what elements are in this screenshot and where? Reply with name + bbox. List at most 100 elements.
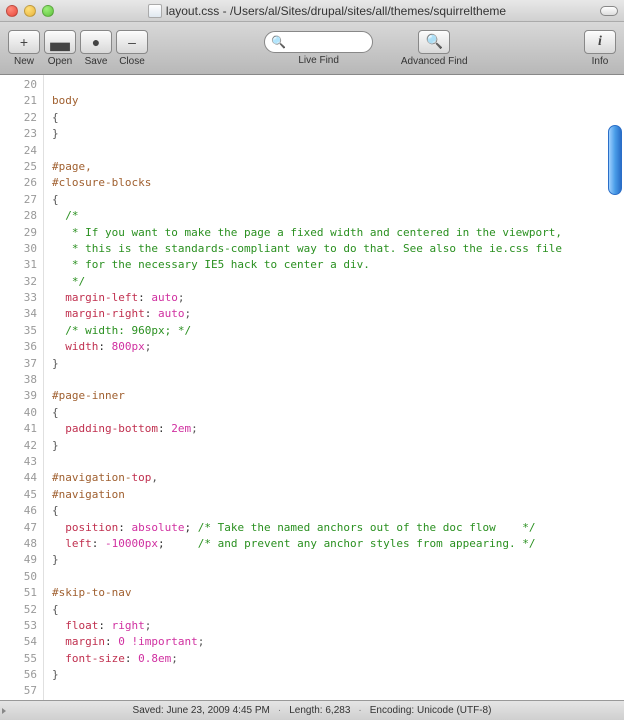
open-label: Open bbox=[48, 56, 72, 67]
code-line[interactable]: body bbox=[52, 93, 624, 109]
line-number: 45 bbox=[0, 487, 37, 503]
line-number: 32 bbox=[0, 274, 37, 290]
line-number: 23 bbox=[0, 126, 37, 142]
minimize-window-button[interactable] bbox=[24, 5, 36, 17]
advanced-find-button[interactable]: 🔍 bbox=[418, 30, 450, 54]
code-line[interactable]: left: -10000px; /* and prevent any ancho… bbox=[52, 536, 624, 552]
line-number: 34 bbox=[0, 306, 37, 322]
code-line[interactable]: /* width: 960px; */ bbox=[52, 323, 624, 339]
line-number: 51 bbox=[0, 585, 37, 601]
line-number: 44 bbox=[0, 470, 37, 486]
code-line[interactable]: */ bbox=[52, 274, 624, 290]
code-line[interactable]: #skip-to-nav bbox=[52, 585, 624, 601]
code-line[interactable]: { bbox=[52, 110, 624, 126]
code-line[interactable]: margin-right: auto; bbox=[52, 306, 624, 322]
titlebar: layout.css - /Users/al/Sites/drupal/site… bbox=[0, 0, 624, 22]
close-label: Close bbox=[119, 56, 145, 67]
scrollbar-thumb[interactable] bbox=[608, 125, 622, 195]
line-number: 37 bbox=[0, 356, 37, 372]
save-label: Save bbox=[85, 56, 108, 67]
line-number: 49 bbox=[0, 552, 37, 568]
magnifier-icon: 🔍 bbox=[425, 33, 442, 50]
toolbar-pill-button[interactable] bbox=[600, 6, 618, 16]
info-label: Info bbox=[592, 56, 609, 67]
line-number: 30 bbox=[0, 241, 37, 257]
open-button[interactable]: ▄▄ bbox=[44, 30, 76, 54]
window-controls bbox=[6, 5, 54, 17]
line-gutter[interactable]: 2021222324252627282930313233343536373839… bbox=[0, 75, 44, 700]
line-number: 50 bbox=[0, 569, 37, 585]
code-line[interactable]: { bbox=[52, 192, 624, 208]
line-number: 48 bbox=[0, 536, 37, 552]
search-icon: 🔍 bbox=[271, 35, 286, 49]
code-line[interactable]: /* bbox=[52, 208, 624, 224]
line-number: 40 bbox=[0, 405, 37, 421]
code-line[interactable]: } bbox=[52, 552, 624, 568]
line-number: 55 bbox=[0, 651, 37, 667]
code-line[interactable]: } bbox=[52, 356, 624, 372]
advanced-find-label: Advanced Find bbox=[401, 56, 468, 67]
line-number: 47 bbox=[0, 520, 37, 536]
line-number: 31 bbox=[0, 257, 37, 273]
close-button[interactable]: – bbox=[116, 30, 148, 54]
code-line[interactable]: margin: 0 !important; bbox=[52, 634, 624, 650]
window-title-text: layout.css - /Users/al/Sites/drupal/site… bbox=[166, 4, 506, 18]
code-line[interactable]: font-size: 0.8em; bbox=[52, 651, 624, 667]
code-line[interactable]: #navigation bbox=[52, 487, 624, 503]
line-number: 20 bbox=[0, 77, 37, 93]
save-button[interactable]: ● bbox=[80, 30, 112, 54]
line-number: 24 bbox=[0, 143, 37, 159]
code-line[interactable] bbox=[52, 683, 624, 699]
disclosure-icon[interactable] bbox=[2, 708, 14, 714]
code-line[interactable]: float: right; bbox=[52, 618, 624, 634]
live-find: 🔍 Live Find bbox=[264, 31, 372, 66]
code-line[interactable] bbox=[52, 77, 624, 93]
line-number: 28 bbox=[0, 208, 37, 224]
code-line[interactable]: * for the necessary IE5 hack to center a… bbox=[52, 257, 624, 273]
line-number: 41 bbox=[0, 421, 37, 437]
code-line[interactable]: #page-inner bbox=[52, 388, 624, 404]
live-find-label: Live Find bbox=[298, 55, 339, 66]
status-length: Length: 6,283 bbox=[285, 705, 354, 716]
code-line[interactable] bbox=[52, 454, 624, 470]
new-label: New bbox=[14, 56, 34, 67]
line-number: 25 bbox=[0, 159, 37, 175]
line-number: 43 bbox=[0, 454, 37, 470]
line-number: 57 bbox=[0, 683, 37, 699]
line-number: 27 bbox=[0, 192, 37, 208]
code-line[interactable]: position: absolute; /* Take the named an… bbox=[52, 520, 624, 536]
code-line[interactable] bbox=[52, 143, 624, 159]
code-line[interactable]: * If you want to make the page a fixed w… bbox=[52, 225, 624, 241]
info-icon: i bbox=[598, 34, 602, 50]
code-area[interactable]: body{}#page,#closure-blocks{ /* * If you… bbox=[44, 75, 624, 700]
zoom-window-button[interactable] bbox=[42, 5, 54, 17]
line-number: 54 bbox=[0, 634, 37, 650]
code-line[interactable] bbox=[52, 569, 624, 585]
close-window-button[interactable] bbox=[6, 5, 18, 17]
code-line[interactable]: } bbox=[52, 667, 624, 683]
window-title: layout.css - /Users/al/Sites/drupal/site… bbox=[54, 4, 600, 18]
code-line[interactable]: { bbox=[52, 602, 624, 618]
new-button[interactable]: + bbox=[8, 30, 40, 54]
code-line[interactable]: } bbox=[52, 438, 624, 454]
code-line[interactable]: margin-left: auto; bbox=[52, 290, 624, 306]
code-line[interactable]: * this is the standards-compliant way to… bbox=[52, 241, 624, 257]
line-number: 46 bbox=[0, 503, 37, 519]
code-line[interactable]: padding-bottom: 2em; bbox=[52, 421, 624, 437]
code-line[interactable]: } bbox=[52, 126, 624, 142]
status-encoding: Encoding: Unicode (UTF-8) bbox=[366, 705, 496, 716]
document-icon bbox=[148, 4, 162, 18]
code-line[interactable]: #closure-blocks bbox=[52, 175, 624, 191]
code-line[interactable]: #page, bbox=[52, 159, 624, 175]
code-line[interactable] bbox=[52, 372, 624, 388]
code-line[interactable]: width: 800px; bbox=[52, 339, 624, 355]
line-number: 36 bbox=[0, 339, 37, 355]
status-bar: Saved: June 23, 2009 4:45 PM · Length: 6… bbox=[0, 700, 624, 720]
info-button[interactable]: i bbox=[584, 30, 616, 54]
line-number: 53 bbox=[0, 618, 37, 634]
code-line[interactable]: { bbox=[52, 405, 624, 421]
line-number: 42 bbox=[0, 438, 37, 454]
code-line[interactable]: { bbox=[52, 503, 624, 519]
toolbar-group: + New ▄▄ Open ● Save – Close bbox=[8, 30, 148, 67]
code-line[interactable]: #navigation-top, bbox=[52, 470, 624, 486]
